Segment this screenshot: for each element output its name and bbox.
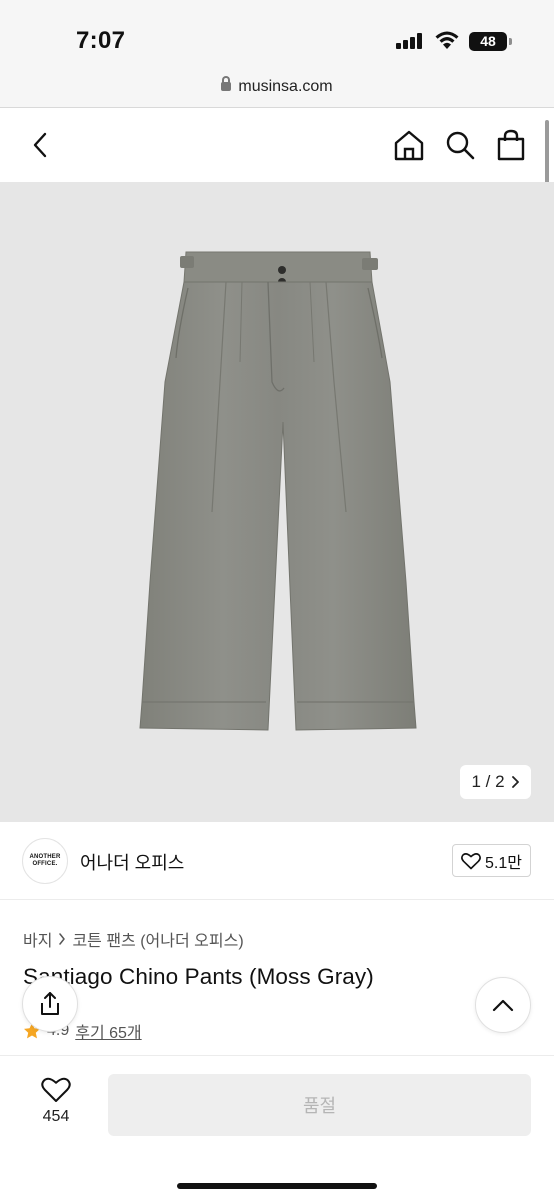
chevron-right-icon (511, 776, 519, 788)
brand-like-count: 5.1만 (485, 854, 522, 872)
cart-button[interactable] (492, 126, 530, 164)
brand-like-button[interactable]: 5.1만 (452, 844, 531, 877)
product-like-button[interactable]: 454 (28, 1076, 84, 1136)
bottom-action-bar: 454 품절 (0, 1055, 554, 1200)
share-button[interactable] (22, 976, 78, 1032)
heart-outline-icon (41, 1077, 71, 1102)
url-domain: musinsa.com (238, 78, 333, 95)
home-icon (394, 130, 424, 161)
chevron-right-icon (59, 933, 66, 945)
product-like-count: 454 (42, 1108, 70, 1125)
battery-cap (509, 38, 512, 45)
brand-logo-line1: ANOTHER (29, 854, 61, 860)
sold-out-button[interactable]: 품절 (108, 1074, 531, 1136)
brand-name[interactable]: 어나더 오피스 (80, 849, 184, 875)
scroll-to-top-button[interactable] (475, 977, 531, 1033)
breadcrumb-category[interactable]: 바지 (23, 927, 52, 951)
chevron-left-icon (33, 132, 47, 158)
brand-row: ANOTHER OFFICE. 어나더 오피스 5.1만 (0, 822, 554, 900)
shopping-bag-icon (497, 129, 525, 161)
back-button[interactable] (22, 126, 60, 164)
breadcrumb-subcategory[interactable]: 코튼 팬츠 (어나더 오피스) (72, 927, 243, 951)
cellular-signal-icon (396, 33, 426, 49)
image-pager[interactable]: 1 / 2 (460, 765, 531, 799)
home-indicator (177, 1183, 377, 1189)
lock-icon (221, 76, 232, 91)
heart-outline-icon (461, 852, 481, 869)
search-icon (446, 131, 475, 160)
status-bar: 7:07 48 (0, 0, 554, 70)
review-link[interactable]: 후기 65개 (75, 1019, 141, 1043)
share-icon (41, 992, 59, 1015)
product-image (139, 251, 417, 731)
product-title: Santiago Chino Pants (Moss Gray) (23, 964, 374, 989)
home-button[interactable] (390, 126, 428, 164)
product-image-gallery[interactable] (0, 182, 554, 822)
top-navigation (0, 108, 554, 182)
brand-logo-line2: OFFICE. (32, 861, 58, 867)
brand-logo[interactable]: ANOTHER OFFICE. (22, 838, 68, 884)
browser-url-bar[interactable]: musinsa.com (0, 70, 554, 108)
breadcrumb: 바지 코튼 팬츠 (어나더 오피스) (23, 927, 244, 951)
chevron-up-icon (492, 999, 514, 1012)
url-text[interactable]: musinsa.com (0, 76, 554, 96)
battery-icon: 48 (469, 32, 507, 51)
wifi-icon (435, 31, 459, 49)
image-counter-text: 1 / 2 (471, 772, 505, 791)
status-time: 7:07 (76, 27, 126, 54)
search-button[interactable] (441, 126, 479, 164)
